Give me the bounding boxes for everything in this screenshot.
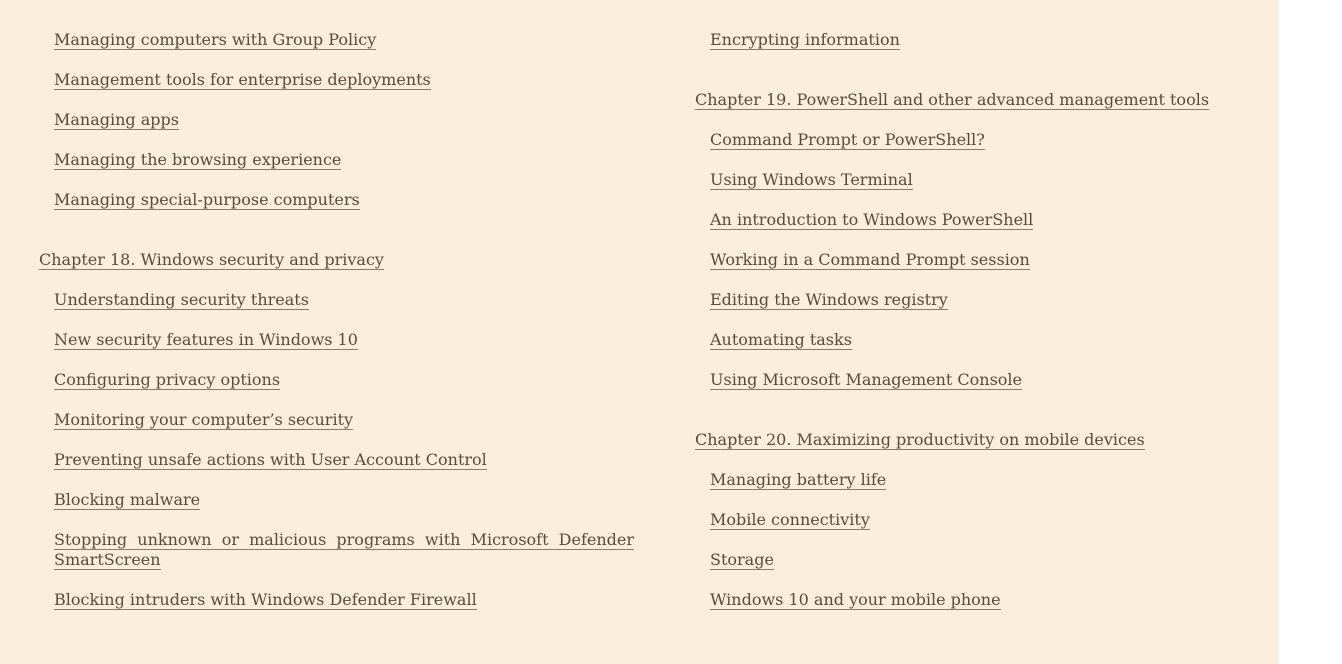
toc-link-chapter-20[interactable]: Chapter 20. Maximizing productivity on m… (695, 430, 1145, 450)
toc-link-new-security-features[interactable]: New security features in Windows 10 (54, 330, 358, 350)
toc-link-registry[interactable]: Editing the Windows registry (710, 290, 948, 310)
toc-link-security-threats[interactable]: Understanding security threats (54, 290, 309, 310)
toc-entry: Managing apps (39, 110, 634, 130)
toc-link-windows-terminal[interactable]: Using Windows Terminal (710, 170, 913, 190)
chapter-heading: Chapter 18. Windows security and privacy (39, 250, 634, 270)
chapter-heading: Chapter 20. Maximizing productivity on m… (695, 430, 1255, 450)
toc-entry: Using Microsoft Management Console (695, 370, 1255, 390)
toc-link-group-policy[interactable]: Managing computers with Group Policy (54, 30, 377, 50)
toc-link-browsing-experience[interactable]: Managing the browsing experience (54, 150, 342, 170)
toc-entry: Encrypting information (695, 30, 1255, 50)
toc-link-monitoring-security[interactable]: Monitoring your computer’s security (54, 410, 354, 430)
toc-link-smartscreen-text: Stopping unknown or malicious programs w… (54, 530, 634, 570)
toc-link-mobile-connectivity[interactable]: Mobile connectivity (710, 510, 870, 530)
toc-entry: Blocking intruders with Windows Defender… (39, 590, 634, 610)
toc-entry: Managing battery life (695, 470, 1255, 490)
toc-link-managing-apps[interactable]: Managing apps (54, 110, 179, 130)
toc-entry: Automating tasks (695, 330, 1255, 350)
chapter-spacer (695, 410, 1255, 430)
toc-entry: Editing the Windows registry (695, 290, 1255, 310)
toc-link-mmc[interactable]: Using Microsoft Management Console (710, 370, 1023, 390)
toc-link-enterprise-tools[interactable]: Management tools for enterprise deployme… (54, 70, 431, 90)
chapter-heading: Chapter 19. PowerShell and other advance… (695, 90, 1255, 110)
toc-link-privacy-options[interactable]: Configuring privacy options (54, 370, 281, 390)
toc-entry: Monitoring your computer’s security (39, 410, 634, 430)
chapter-spacer (39, 230, 634, 250)
toc-right-column: Encrypting information Chapter 19. Power… (695, 30, 1255, 630)
toc-link-automating-tasks[interactable]: Automating tasks (710, 330, 852, 350)
toc-entry: Using Windows Terminal (695, 170, 1255, 190)
toc-link-blocking-malware[interactable]: Blocking malware (54, 490, 201, 510)
toc-entry: Managing the browsing experience (39, 150, 634, 170)
toc-link-smartscreen[interactable]: Stopping unknown or malicious programs w… (54, 530, 634, 570)
toc-entry: Mobile connectivity (695, 510, 1255, 530)
toc-link-mobile-phone[interactable]: Windows 10 and your mobile phone (710, 590, 1001, 610)
toc-entry: Windows 10 and your mobile phone (695, 590, 1255, 610)
toc-entry: Storage (695, 550, 1255, 570)
toc-link-encrypting[interactable]: Encrypting information (710, 30, 900, 50)
toc-link-command-prompt-session[interactable]: Working in a Command Prompt session (710, 250, 1030, 270)
toc-link-cmd-or-powershell[interactable]: Command Prompt or PowerShell? (710, 130, 985, 150)
toc-entry: Managing computers with Group Policy (39, 30, 634, 50)
toc-link-powershell-intro[interactable]: An introduction to Windows PowerShell (710, 210, 1034, 230)
toc-entry: Working in a Command Prompt session (695, 250, 1255, 270)
toc-link-special-purpose[interactable]: Managing special-purpose computers (54, 190, 360, 210)
toc-entry: Configuring privacy options (39, 370, 634, 390)
toc-left-column: Managing computers with Group Policy Man… (39, 30, 634, 630)
toc-link-battery-life[interactable]: Managing battery life (710, 470, 887, 490)
toc-entry: Managing special-purpose computers (39, 190, 634, 210)
toc-entry: Management tools for enterprise deployme… (39, 70, 634, 90)
toc-link-chapter-19[interactable]: Chapter 19. PowerShell and other advance… (695, 90, 1210, 110)
toc-entry: Command Prompt or PowerShell? (695, 130, 1255, 150)
toc-link-firewall[interactable]: Blocking intruders with Windows Defender… (54, 590, 477, 610)
toc-entry: Stopping unknown or malicious programs w… (39, 530, 634, 570)
toc-entry: Understanding security threats (39, 290, 634, 310)
toc-entry: Blocking malware (39, 490, 634, 510)
table-of-contents-page: Managing computers with Group Policy Man… (0, 0, 1279, 664)
toc-entry: An introduction to Windows PowerShell (695, 210, 1255, 230)
chapter-spacer (695, 70, 1255, 90)
toc-link-storage[interactable]: Storage (710, 550, 774, 570)
toc-entry: New security features in Windows 10 (39, 330, 634, 350)
toc-link-uac[interactable]: Preventing unsafe actions with User Acco… (54, 450, 487, 470)
toc-entry: Preventing unsafe actions with User Acco… (39, 450, 634, 470)
toc-link-chapter-18[interactable]: Chapter 18. Windows security and privacy (39, 250, 384, 270)
